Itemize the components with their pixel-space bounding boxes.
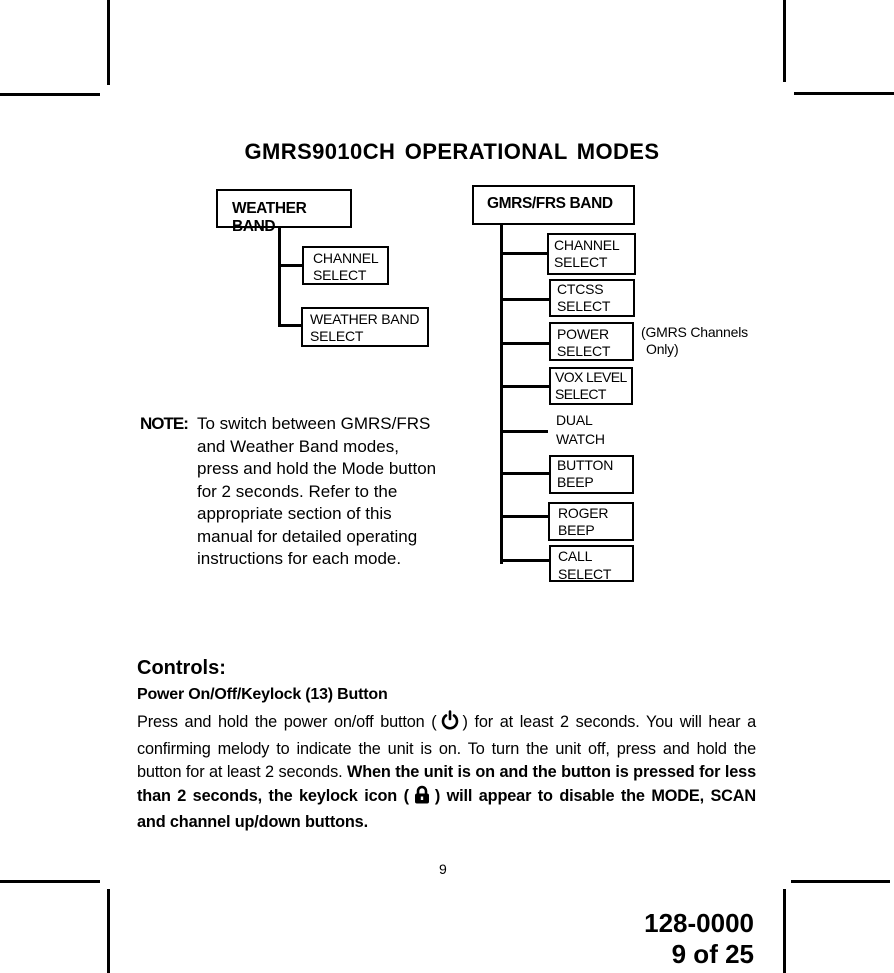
- note-line: manual for detailed operating: [197, 526, 418, 546]
- note-line: instructions for each mode.: [197, 549, 402, 568]
- gmrs-vox-level-select-box: VOX LEVEL SELECT: [549, 367, 633, 405]
- weather-item-line1: CHANNEL: [313, 250, 379, 266]
- page-number: 9: [439, 861, 447, 877]
- note-line: and Weather Band modes,: [197, 436, 399, 456]
- para-text: Press and hold the power on/off button (: [137, 713, 437, 731]
- doc-number: 128-0000: [644, 908, 754, 938]
- gmrs-item-line1: DUAL: [556, 412, 593, 428]
- weather-band-select-box: WEATHER BAND SELECT: [301, 307, 429, 347]
- crop-mark-top-left-vertical: [107, 0, 110, 85]
- note-line: To switch between GMRS/FRS: [197, 414, 431, 433]
- lock-icon: [413, 785, 431, 812]
- weather-item-line2: SELECT: [310, 328, 364, 344]
- gmrs-tree-branch: [501, 298, 550, 301]
- gmrs-channels-only-note: (GMRS Channels Only): [641, 324, 748, 358]
- weather-tree-trunk: [278, 227, 281, 327]
- crop-mark-top-right-horizontal: [794, 92, 894, 95]
- crop-mark-bottom-right-vertical: [783, 889, 786, 973]
- weather-tree-branch-1: [279, 264, 303, 267]
- gmrs-button-beep-box: BUTTON BEEP: [549, 455, 634, 494]
- power-button-description: Press and hold the power on/off button (…: [137, 710, 756, 835]
- weather-band-header-box: WEATHER BAND: [216, 189, 352, 235]
- weather-channel-select-box: CHANNEL SELECT: [302, 246, 389, 285]
- crop-mark-top-left-horizontal: [0, 93, 100, 96]
- note-line: for 2 seconds. Refer to the: [197, 481, 398, 501]
- gmrs-item-line2: SELECT: [555, 386, 606, 402]
- gmrs-item-line1: CALL: [558, 548, 593, 564]
- weather-tree-branch-2: [278, 324, 302, 327]
- gmrs-item-line2: SELECT: [557, 343, 611, 359]
- power-icon: [441, 710, 459, 738]
- crop-mark-bottom-right-horizontal: [791, 880, 890, 883]
- note-label: NOTE:: [140, 414, 189, 433]
- power-note-line2: Only): [646, 341, 679, 357]
- gmrs-tree-branch: [503, 385, 550, 388]
- power-note-line1: (GMRS Channels: [641, 324, 748, 340]
- page-of-total: 9 of 25: [671, 939, 754, 969]
- gmrs-tree-branch: [501, 342, 550, 345]
- gmrs-item-line1: CHANNEL: [554, 237, 620, 253]
- gmrs-frs-band-header-box: GMRS/FRS BAND: [472, 185, 635, 225]
- gmrs-power-select-box: POWER SELECT: [549, 322, 634, 361]
- weather-band-header: WEATHER BAND: [232, 200, 307, 235]
- page-title: GMRS9010CH OPERATIONAL MODES: [244, 139, 660, 164]
- gmrs-item-line1: VOX LEVEL: [555, 369, 627, 385]
- gmrs-channel-select-box: CHANNEL SELECT: [547, 233, 636, 275]
- gmrs-item-line1: CTCSS: [557, 281, 604, 297]
- gmrs-dual-watch-label: DUAL WATCH: [556, 411, 605, 449]
- gmrs-call-select-box: CALL SELECT: [549, 545, 634, 582]
- gmrs-item-line2: WATCH: [556, 431, 605, 447]
- gmrs-ctcss-select-box: CTCSS SELECT: [549, 279, 635, 317]
- crop-mark-bottom-left-horizontal: [0, 880, 100, 883]
- gmrs-tree-branch: [501, 252, 548, 255]
- note-line: appropriate section of this: [197, 504, 392, 523]
- gmrs-item-line2: SELECT: [558, 566, 612, 582]
- crop-mark-top-right-vertical: [783, 0, 786, 82]
- gmrs-roger-beep-box: ROGER BEEP: [548, 502, 634, 541]
- document-number: 128-0000 9 of 25: [644, 908, 754, 970]
- gmrs-item-line2: BEEP: [558, 522, 595, 538]
- controls-heading: Controls:: [137, 657, 226, 679]
- gmrs-item-line1: POWER: [557, 326, 609, 342]
- weather-item-line1: WEATHER BAND: [310, 311, 420, 327]
- gmrs-item-line2: SELECT: [554, 254, 608, 270]
- note-line: press and hold the Mode button: [197, 459, 437, 478]
- weather-item-line2: SELECT: [313, 267, 367, 283]
- gmrs-item-line1: ROGER: [558, 505, 609, 521]
- gmrs-item-line2: BEEP: [557, 474, 594, 490]
- crop-mark-bottom-left-vertical: [107, 889, 110, 973]
- gmrs-item-line2: SELECT: [557, 298, 611, 314]
- gmrs-frs-band-header: GMRS/FRS BAND: [487, 195, 613, 212]
- power-button-subheading: Power On/Off/Keylock (13) Button: [137, 686, 388, 703]
- gmrs-item-line1: BUTTON: [557, 457, 614, 473]
